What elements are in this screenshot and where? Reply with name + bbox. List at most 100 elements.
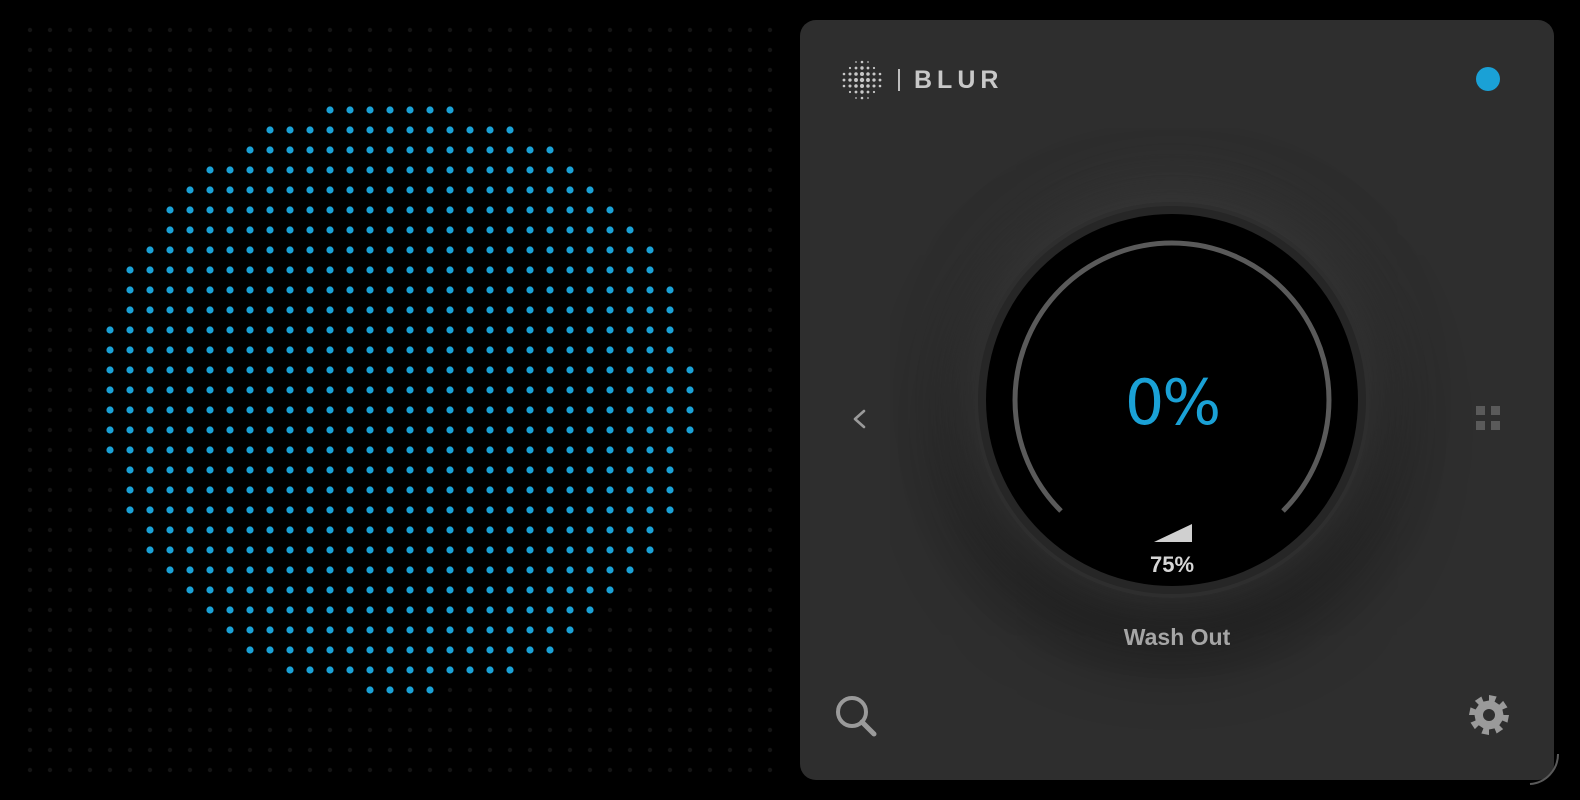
visualizer-dot — [187, 27, 193, 33]
visualizer-dot — [527, 747, 533, 753]
visualizer-dot-active — [106, 366, 114, 374]
visualizer-dot — [667, 227, 673, 233]
visualizer-dot-active — [286, 626, 294, 634]
visualizer-dot-active — [346, 306, 354, 314]
visualizer-dot-active — [106, 446, 114, 454]
visualizer-dot — [67, 727, 73, 733]
visualizer-dot — [107, 267, 113, 273]
visualizer-dot-active — [566, 226, 574, 234]
logo-dot — [878, 84, 882, 88]
visualizer-dot-active — [146, 286, 154, 294]
visualizer-dot-active — [666, 366, 674, 374]
visualizer-dot-active — [426, 586, 434, 594]
visualizer-dot — [27, 47, 33, 53]
visualizer-dot — [767, 727, 773, 733]
visualizer-dot-active — [366, 466, 374, 474]
visualizer-dot — [667, 27, 673, 33]
status-dot-button[interactable] — [1476, 67, 1500, 91]
logo-dot — [859, 77, 865, 83]
visualizer-dot — [487, 747, 493, 753]
visualizer-dot-active — [186, 346, 194, 354]
logo-dot — [848, 66, 852, 70]
logo-dot — [854, 84, 858, 88]
visualizer-dot — [167, 67, 173, 73]
visualizer-dot-active — [386, 206, 394, 214]
visualizer-dot-active — [626, 366, 634, 374]
visualizer-dot — [87, 147, 93, 153]
visualizer-dot-active — [586, 446, 594, 454]
visualizer-dot-active — [386, 466, 394, 474]
visualizer-dot — [387, 67, 393, 73]
visualizer-dot — [567, 127, 573, 133]
visualizer-dot — [67, 307, 73, 313]
visualizer-dot — [687, 527, 693, 533]
visualizer-dot — [367, 707, 373, 713]
visualizer-dot-active — [306, 206, 314, 214]
visualizer-dot — [67, 587, 73, 593]
visualizer-dot — [67, 407, 73, 413]
visualizer-dot-active — [266, 306, 274, 314]
visualizer-dot — [727, 167, 733, 173]
visualizer-dot-active — [206, 506, 214, 514]
visualizer-dot — [607, 167, 613, 173]
visualizer-dot-active — [606, 226, 614, 234]
visualizer-dot-active — [126, 426, 134, 434]
visualizer-dot — [627, 167, 633, 173]
visualizer-dot — [747, 267, 753, 273]
visualizer-dot — [67, 47, 73, 53]
blur-amount-knob[interactable]: 0% 75% — [978, 206, 1366, 594]
visualizer-dot-active — [386, 346, 394, 354]
previous-mode-button[interactable] — [840, 402, 880, 442]
visualizer-dot — [627, 627, 633, 633]
visualizer-dot — [27, 327, 33, 333]
visualizer-dot — [587, 707, 593, 713]
visualizer-dot — [527, 727, 533, 733]
visualizer-dot — [367, 747, 373, 753]
visualizer-dot — [287, 67, 293, 73]
visualizer-dot — [567, 27, 573, 33]
visualizer-dot-active — [566, 546, 574, 554]
visualizer-dot — [707, 267, 713, 273]
visualizer-dot-active — [186, 406, 194, 414]
settings-button[interactable] — [1466, 692, 1512, 738]
visualizer-dot-active — [566, 486, 574, 494]
visualizer-dot-active — [426, 226, 434, 234]
visualizer-dot-active — [366, 426, 374, 434]
logo-dot — [854, 72, 858, 76]
visualizer-dot-active — [326, 346, 334, 354]
visualizer-dot — [767, 67, 773, 73]
visualizer-dot — [707, 647, 713, 653]
visualizer-dot-active — [586, 486, 594, 494]
visualizer-dot-active — [626, 426, 634, 434]
visualizer-dot-active — [246, 186, 254, 194]
visualizer-dot — [227, 667, 233, 673]
visualizer-dot-active — [526, 346, 534, 354]
visualizer-dot — [147, 187, 153, 193]
visualizer-dot-active — [426, 606, 434, 614]
visualizer-dot — [27, 687, 33, 693]
visualizer-dot — [67, 387, 73, 393]
visualizer-dot — [667, 147, 673, 153]
visualizer-dot — [187, 127, 193, 133]
visualizer-dot — [247, 767, 253, 773]
visualizer-dot-active — [446, 206, 454, 214]
visualizer-dot — [647, 127, 653, 133]
visualizer-dot — [727, 587, 733, 593]
visualizer-dot-active — [326, 546, 334, 554]
visualizer-dot-active — [466, 226, 474, 234]
drag-grid-handle[interactable] — [1472, 402, 1504, 434]
window-resize-handle[interactable] — [1526, 750, 1562, 790]
visualizer-dot — [127, 587, 133, 593]
visualizer-dot-active — [626, 226, 634, 234]
visualizer-dot-active — [386, 626, 394, 634]
visualizer-dot-active — [466, 186, 474, 194]
visualizer-dot-active — [226, 426, 234, 434]
visualizer-dot — [147, 627, 153, 633]
search-button[interactable] — [832, 692, 880, 740]
visualizer-dot-active — [126, 406, 134, 414]
visualizer-dot — [707, 387, 713, 393]
visualizer-dot — [187, 627, 193, 633]
visualizer-dot — [707, 147, 713, 153]
visualizer-dot — [367, 47, 373, 53]
visualizer-dot-active — [486, 386, 494, 394]
